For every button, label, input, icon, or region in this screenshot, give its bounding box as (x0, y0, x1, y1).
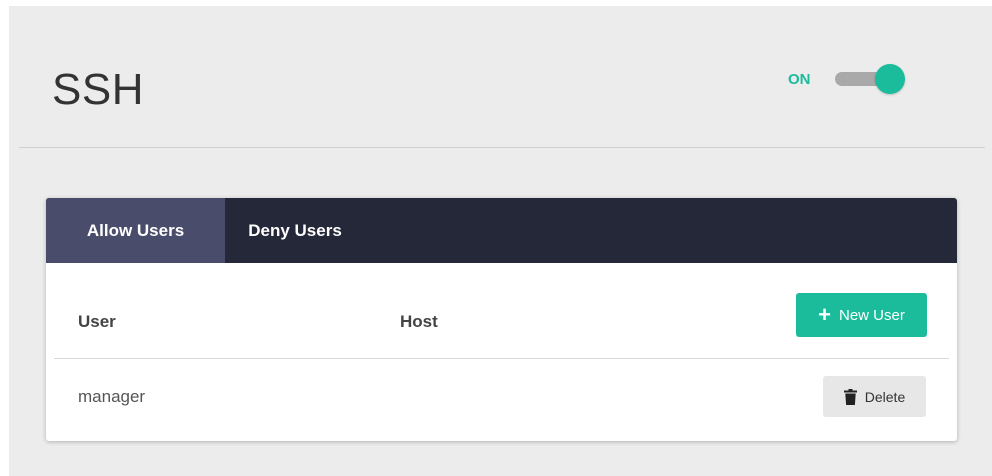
new-user-button[interactable]: + New User (796, 293, 927, 337)
tab-deny-users[interactable]: Deny Users (225, 198, 365, 263)
toggle-knob[interactable] (874, 64, 905, 94)
page-title: SSH (52, 65, 144, 114)
new-user-button-label: New User (839, 306, 905, 324)
column-header-host: Host (400, 312, 438, 331)
trash-icon (843, 388, 857, 405)
table-row-user: manager (78, 387, 146, 406)
column-header-user: User (78, 312, 116, 331)
tab-allow-users[interactable]: Allow Users (46, 198, 225, 263)
ssh-toggle[interactable] (834, 64, 905, 94)
ssh-toggle-group: ON (788, 64, 905, 94)
tab-bar: Allow Users Deny Users (46, 198, 957, 263)
plus-icon: + (818, 302, 831, 327)
delete-button[interactable]: Delete (823, 376, 926, 417)
table-header-divider (54, 358, 949, 359)
header-divider (19, 147, 985, 148)
delete-button-label: Delete (864, 388, 906, 405)
toggle-state-label: ON (788, 70, 811, 88)
